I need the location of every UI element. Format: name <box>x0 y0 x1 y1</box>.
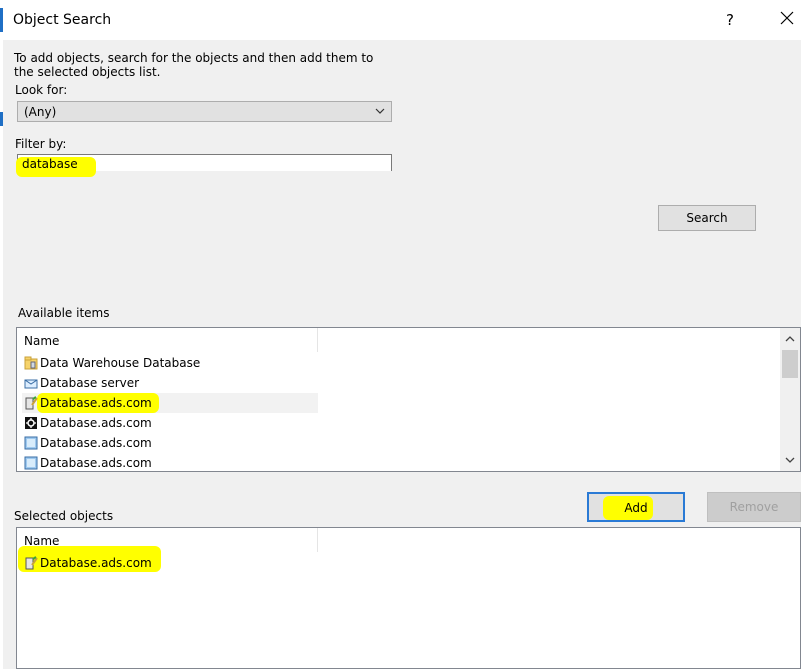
list-item-label: Database.ads.com <box>40 396 152 410</box>
close-button[interactable] <box>778 9 796 27</box>
list-item-label: Database.ads.com <box>40 436 152 450</box>
list-item[interactable]: Database server <box>22 373 318 393</box>
list-item[interactable]: Database.ads.com <box>22 453 318 473</box>
column-divider <box>317 328 318 352</box>
gear-black-icon <box>25 417 37 429</box>
list-item[interactable]: Database.ads.com <box>22 433 318 453</box>
remove-button[interactable]: Remove <box>707 492 801 522</box>
list-item[interactable]: Database.ads.com <box>22 413 318 433</box>
list-item[interactable]: Database.ads.com <box>22 393 318 413</box>
selected-objects-list[interactable]: Name Database.ads.com <box>16 527 801 669</box>
folder-db-icon <box>24 356 38 370</box>
db-edit-icon <box>25 396 38 410</box>
close-icon <box>780 11 794 25</box>
filter-label: Filter by: <box>15 137 67 151</box>
vertical-scrollbar[interactable] <box>780 328 800 471</box>
server-icon <box>24 379 38 389</box>
selected-objects-label: Selected objects <box>14 509 114 523</box>
filter-value: database <box>22 157 78 171</box>
list-item-label: Database.ads.com <box>40 416 152 430</box>
search-button[interactable]: Search <box>658 205 756 231</box>
look-for-value: (Any) <box>24 105 57 119</box>
column-divider <box>317 528 318 552</box>
dialog-title: Object Search <box>13 12 112 28</box>
look-for-label: Look for: <box>15 83 68 97</box>
available-items-list[interactable]: Name Data Warehouse Database Database se… <box>16 327 801 472</box>
list-item[interactable]: Database.ads.com <box>18 546 318 573</box>
column-header-name[interactable]: Name <box>24 334 59 348</box>
dialog-titlebar <box>3 0 801 40</box>
window-icon <box>24 456 38 470</box>
scroll-down-icon[interactable] <box>784 455 796 465</box>
add-button[interactable]: Add <box>587 492 685 522</box>
scroll-up-icon[interactable] <box>784 334 796 344</box>
window-icon <box>24 436 38 450</box>
help-button[interactable]: ? <box>726 11 734 29</box>
add-button-label: Add <box>624 501 648 515</box>
available-items-label: Available items <box>18 306 110 320</box>
list-item-label: Database server <box>40 376 140 390</box>
look-for-dropdown[interactable]: (Any) <box>17 101 392 122</box>
filter-input[interactable]: database <box>16 154 392 177</box>
list-item[interactable]: Data Warehouse Database <box>22 353 318 373</box>
instruction-text: To add objects, search for the objects a… <box>14 51 374 79</box>
list-item-label: Database.ads.com <box>40 456 152 470</box>
list-item-label: Database.ads.com <box>40 556 152 570</box>
list-item-label: Data Warehouse Database <box>40 356 201 370</box>
chevron-down-icon <box>375 108 385 114</box>
scrollbar-thumb[interactable] <box>782 350 798 378</box>
db-edit-icon <box>25 556 38 570</box>
